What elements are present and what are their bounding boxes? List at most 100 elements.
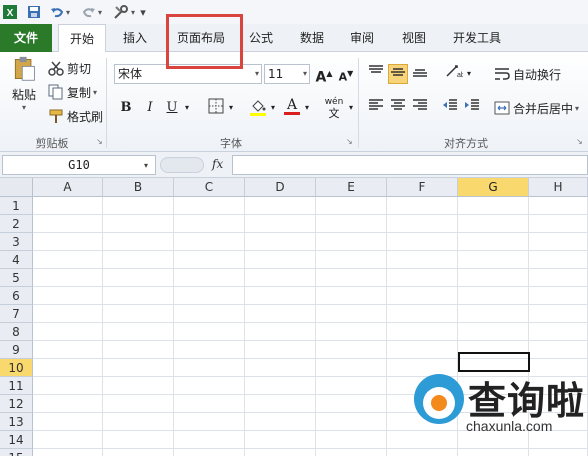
align-top-button[interactable]: [366, 64, 386, 84]
save-icon[interactable]: [26, 3, 42, 21]
row-header-10[interactable]: 10: [0, 359, 33, 377]
row-header-6[interactable]: 6: [0, 287, 33, 305]
copy-label: 复制: [67, 85, 92, 100]
borders-button[interactable]: [206, 98, 226, 118]
undo-icon[interactable]: ▾: [48, 3, 72, 21]
merge-center-icon: [494, 101, 510, 115]
dialog-launcher-icon[interactable]: ↘: [576, 137, 583, 146]
chevron-down-icon[interactable]: ▾: [302, 98, 312, 118]
column-gridline: [173, 197, 174, 456]
align-left-icon: [369, 99, 383, 110]
align-middle-icon: [391, 68, 405, 76]
format-painter-button[interactable]: 格式刷: [48, 106, 103, 126]
column-gridline: [315, 197, 316, 456]
decrease-indent-button[interactable]: [440, 98, 460, 118]
row-header-15[interactable]: 15: [0, 449, 33, 456]
row-header-4[interactable]: 4: [0, 251, 33, 269]
shrink-font-button[interactable]: A▼: [336, 64, 356, 84]
row-header-7[interactable]: 7: [0, 305, 33, 323]
dialog-launcher-icon[interactable]: ↘: [346, 137, 353, 146]
row-header-5[interactable]: 5: [0, 269, 33, 287]
chevron-down-icon[interactable]: ▾: [144, 161, 148, 170]
tab-view[interactable]: 视图: [392, 24, 436, 52]
orientation-button[interactable]: ab: [444, 64, 465, 84]
increase-indent-icon: [465, 99, 479, 110]
align-left-button[interactable]: [366, 98, 386, 118]
row-gridline: [33, 214, 588, 215]
align-bottom-button[interactable]: [410, 64, 430, 84]
column-header-f[interactable]: F: [387, 178, 458, 197]
chevron-down-icon[interactable]: ▾: [226, 98, 236, 118]
tab-review[interactable]: 审阅: [340, 24, 384, 52]
chevron-down-icon[interactable]: ▾: [268, 98, 278, 118]
selected-cell[interactable]: [458, 352, 530, 372]
tab-home[interactable]: 开始: [58, 24, 106, 53]
row-header-14[interactable]: 14: [0, 431, 33, 449]
fill-bucket-icon: [250, 100, 266, 116]
column-header-c[interactable]: C: [174, 178, 245, 197]
chevron-down-icon[interactable]: ▾: [182, 98, 192, 118]
tab-insert[interactable]: 插入: [112, 24, 158, 52]
align-middle-button[interactable]: [388, 64, 408, 84]
column-header-b[interactable]: B: [103, 178, 174, 197]
grow-font-button[interactable]: A▲: [314, 64, 334, 86]
row-header-12[interactable]: 12: [0, 395, 33, 413]
tab-data[interactable]: 数据: [290, 24, 334, 52]
row-header-2[interactable]: 2: [0, 215, 33, 233]
column-header-e[interactable]: E: [316, 178, 387, 197]
fill-color-button[interactable]: [248, 98, 268, 118]
increase-indent-button[interactable]: [462, 98, 482, 118]
format-painter-icon: [49, 109, 63, 123]
copy-button[interactable]: 复制 ▾: [48, 82, 97, 102]
chevron-down-icon: ▾: [21, 103, 26, 112]
name-box[interactable]: G10: [2, 155, 156, 175]
wrap-text-label: 自动换行: [513, 67, 562, 82]
row-header-8[interactable]: 8: [0, 323, 33, 341]
excel-icon[interactable]: X: [2, 3, 18, 21]
underline-button[interactable]: U: [162, 98, 182, 118]
row-gridline: [33, 250, 588, 251]
row-header-11[interactable]: 11: [0, 377, 33, 395]
cut-button[interactable]: 剪切: [48, 58, 91, 78]
clipboard-group-label: 剪贴板: [35, 137, 69, 150]
tab-file[interactable]: 文件: [0, 24, 52, 52]
dialog-launcher-icon[interactable]: ↘: [96, 137, 103, 146]
italic-button[interactable]: I: [140, 98, 160, 118]
insert-function-button[interactable]: fx: [212, 157, 223, 171]
row-header-13[interactable]: 13: [0, 413, 33, 431]
font-group-label: 字体: [220, 137, 242, 150]
svg-text:X: X: [7, 8, 14, 19]
row-header-9[interactable]: 9: [0, 341, 33, 359]
paste-icon: [14, 56, 35, 81]
redo-icon[interactable]: ▾: [80, 3, 104, 21]
tab-developer[interactable]: 开发工具: [444, 24, 510, 52]
row-header-3[interactable]: 3: [0, 233, 33, 251]
font-size-value: 11: [268, 67, 284, 81]
column-header-g[interactable]: G: [458, 178, 529, 197]
merge-center-button[interactable]: 合并后居中 ▾: [494, 98, 579, 118]
align-top-icon: [369, 65, 383, 73]
align-right-button[interactable]: [410, 98, 430, 118]
wrap-text-button[interactable]: 自动换行: [494, 64, 561, 84]
paste-button[interactable]: 粘贴 ▾: [6, 56, 42, 112]
chevron-down-icon: ▾: [575, 103, 580, 113]
chevron-down-icon[interactable]: ▾: [464, 64, 474, 84]
column-header-h[interactable]: H: [529, 178, 588, 197]
select-all-corner[interactable]: [0, 178, 33, 197]
column-header-d[interactable]: D: [245, 178, 316, 197]
customize-icon[interactable]: ▾: [138, 3, 148, 21]
formula-input[interactable]: [232, 155, 588, 175]
row-header-1[interactable]: 1: [0, 197, 33, 215]
column-header-a[interactable]: A: [33, 178, 103, 197]
tab-formulas[interactable]: 公式: [240, 24, 282, 52]
bold-button[interactable]: B: [116, 98, 136, 118]
phonetic-button[interactable]: wén 文: [322, 96, 346, 120]
font-size-select[interactable]: 11 ▾: [264, 64, 310, 84]
formula-bar-resize-handle[interactable]: [160, 157, 204, 173]
font-color-button[interactable]: A: [282, 96, 302, 116]
chevron-down-icon[interactable]: ▾: [346, 98, 356, 118]
format-painter-label: 格式刷: [67, 109, 104, 124]
tools-icon[interactable]: ▾: [112, 3, 136, 21]
svg-text:A: A: [286, 97, 298, 113]
align-center-button[interactable]: [388, 98, 408, 118]
